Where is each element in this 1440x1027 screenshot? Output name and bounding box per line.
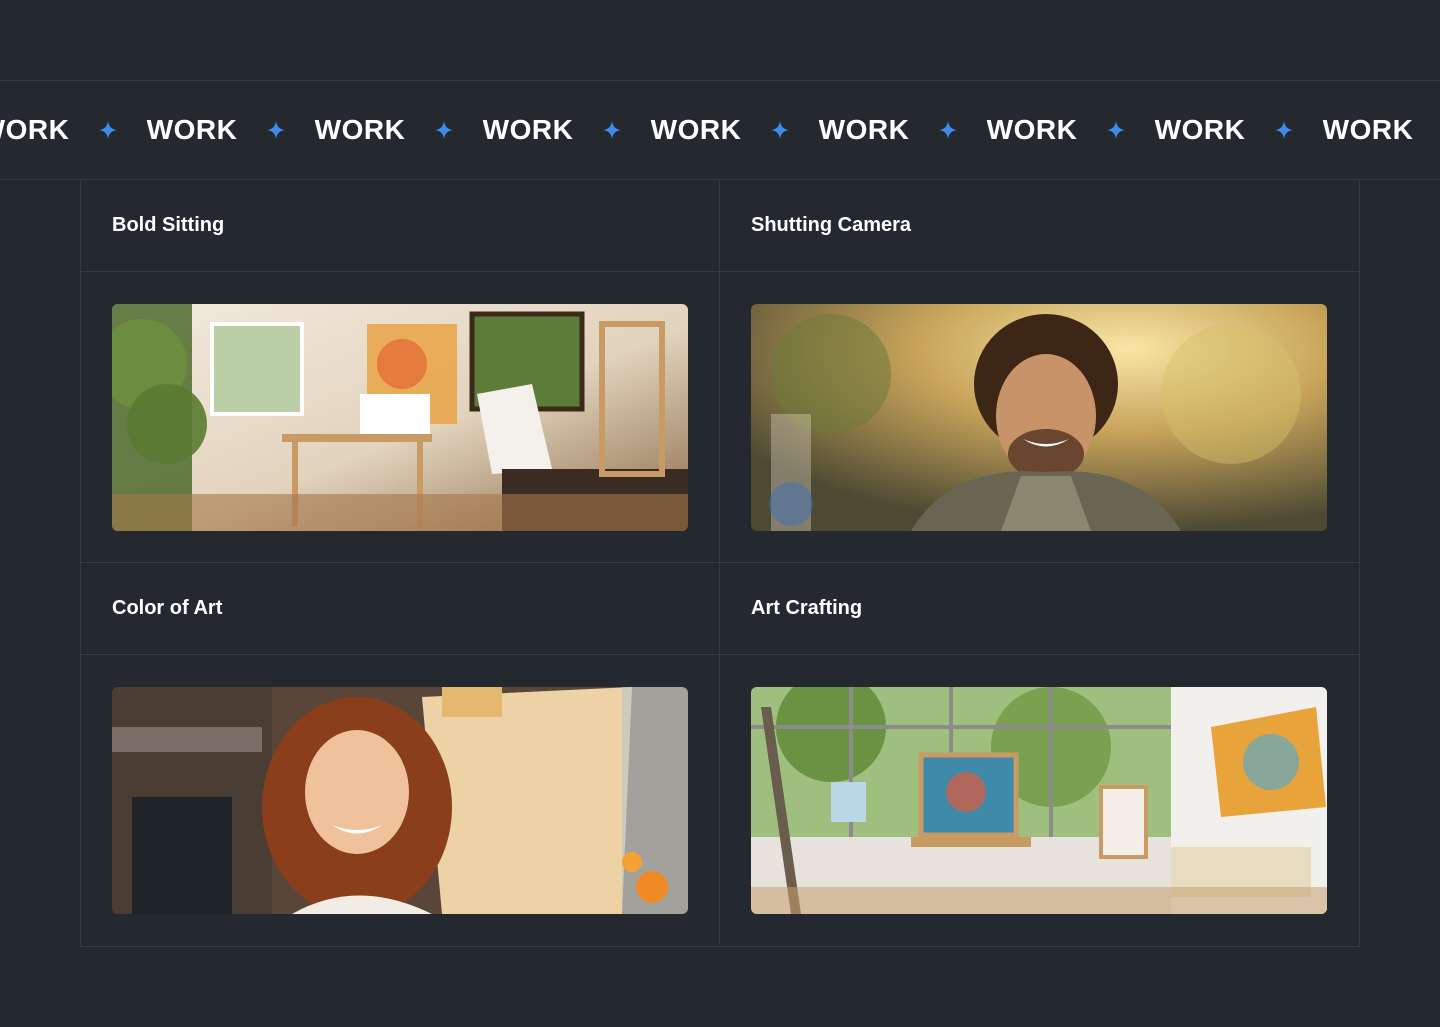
card-image-cell (81, 272, 720, 563)
sparkle-star-icon (1264, 121, 1304, 139)
card-image-cell (720, 272, 1359, 563)
sparkle-star-icon (1432, 121, 1440, 139)
marquee-word: WORK (146, 114, 238, 145)
marquee-word: WORK (482, 114, 574, 145)
page: WORK WORK WORK WORK WORK WORK WORK WORK … (0, 0, 1440, 1027)
sparkle-star-icon (88, 121, 128, 139)
marquee-word: WORK (1322, 114, 1414, 145)
card-title[interactable]: Color of Art (112, 597, 222, 620)
card-image-cell (81, 655, 720, 945)
sparkle-star-icon (760, 121, 800, 139)
card-title[interactable]: Art Crafting (751, 597, 862, 620)
smiling-woman-with-canvas-photo[interactable] (112, 687, 688, 914)
card-title[interactable]: Shutting Camera (751, 214, 911, 237)
bright-art-studio-photo[interactable] (751, 687, 1327, 914)
sparkle-star-icon (256, 121, 296, 139)
marquee-word: WORK (1154, 114, 1246, 145)
marquee-word: WORK (818, 114, 910, 145)
sparkle-star-icon (592, 121, 632, 139)
marquee-word: WORK (986, 114, 1078, 145)
card-title-cell: Color of Art (81, 563, 720, 655)
sparkle-star-icon (1096, 121, 1136, 139)
card-image-cell (720, 655, 1359, 945)
art-studio-easels-photo[interactable] (112, 304, 688, 531)
marquee-word: WORK (314, 114, 406, 145)
work-marquee: WORK WORK WORK WORK WORK WORK WORK WORK … (0, 80, 1440, 180)
card-title-cell: Art Crafting (720, 563, 1359, 655)
card-title[interactable]: Bold Sitting (112, 214, 224, 237)
card-title-cell: Shutting Camera (720, 180, 1359, 272)
marquee-track: WORK WORK WORK WORK WORK WORK WORK WORK … (0, 81, 1440, 179)
sparkle-star-icon (928, 121, 968, 139)
marquee-word: WORK (0, 114, 70, 145)
marquee-word: WORK (650, 114, 742, 145)
work-grid: Bold Sitting Shutting Camera Color of Ar… (80, 180, 1360, 947)
smiling-curly-haired-man-photo[interactable] (751, 304, 1327, 531)
card-title-cell: Bold Sitting (81, 180, 720, 272)
sparkle-star-icon (424, 121, 464, 139)
